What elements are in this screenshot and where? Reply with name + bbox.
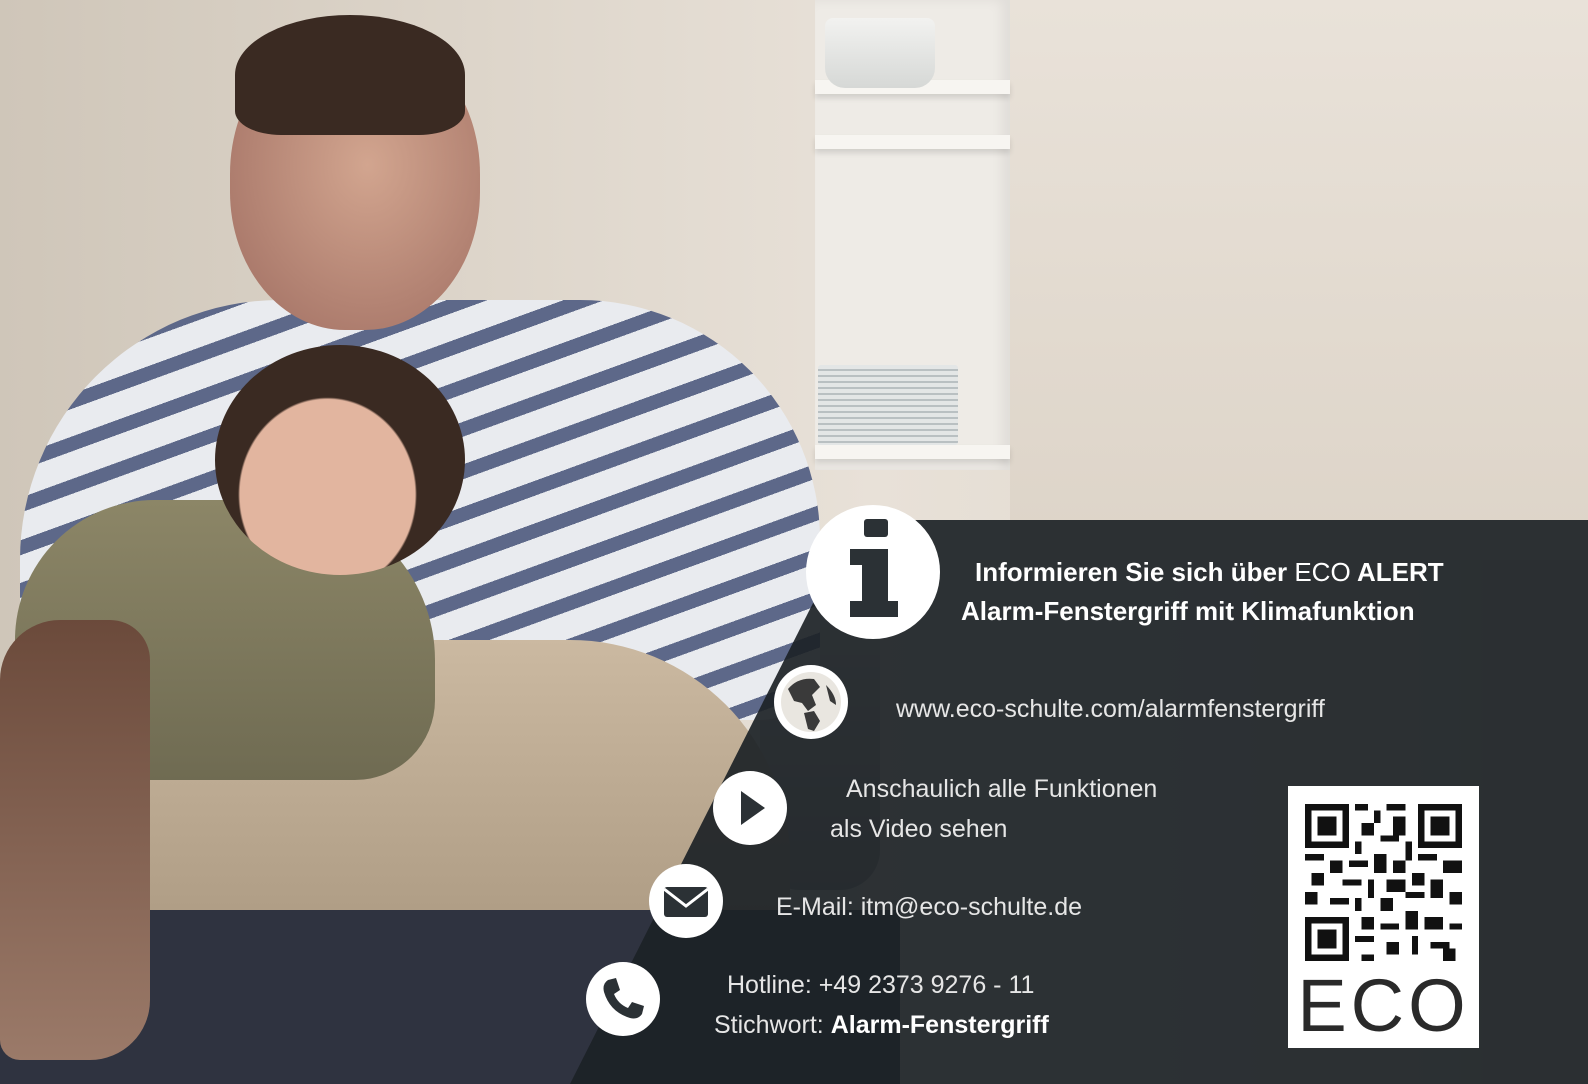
headline-line-2: Alarm-Fenstergriff mit Klimafunktion [961,596,1415,626]
stacked-plates [818,365,958,445]
qr-code[interactable] [1305,804,1462,961]
qr-code-card[interactable]: ECO [1288,786,1479,1048]
eco-logo: ECO [1297,964,1470,1047]
background-wall [1010,0,1588,560]
man-hair [235,15,465,135]
shelf [815,135,1010,149]
brand-eco: ECO [1294,557,1351,587]
info-icon [806,505,940,639]
play-icon[interactable] [713,771,787,845]
video-text-line-1[interactable]: Anschaulich alle Funktionen [846,769,1157,809]
hotline-keyword: Stichwort: Alarm-Fenstergriff [714,1005,1049,1045]
mail-icon[interactable] [649,864,723,938]
hotline-number[interactable]: Hotline: +49 2373 9276 - 11 [727,965,1034,1005]
headline-line-1: Informieren Sie sich über ECO ALERT [975,557,1444,587]
website-link[interactable]: www.eco-schulte.com/alarmfenstergriff [896,689,1325,729]
boy-head [215,345,465,575]
shelf [815,445,1010,459]
keyword-label: Stichwort: [714,1011,824,1039]
phone-icon[interactable] [586,962,660,1036]
keyword-value: Alarm-Fenstergriff [830,1011,1049,1039]
stacked-bowls [825,18,935,88]
boot [0,620,150,1060]
globe-icon[interactable] [774,665,848,739]
video-text-line-2[interactable]: als Video sehen [830,809,1007,849]
email-text[interactable]: E-Mail: itm@eco-schulte.de [776,887,1082,927]
